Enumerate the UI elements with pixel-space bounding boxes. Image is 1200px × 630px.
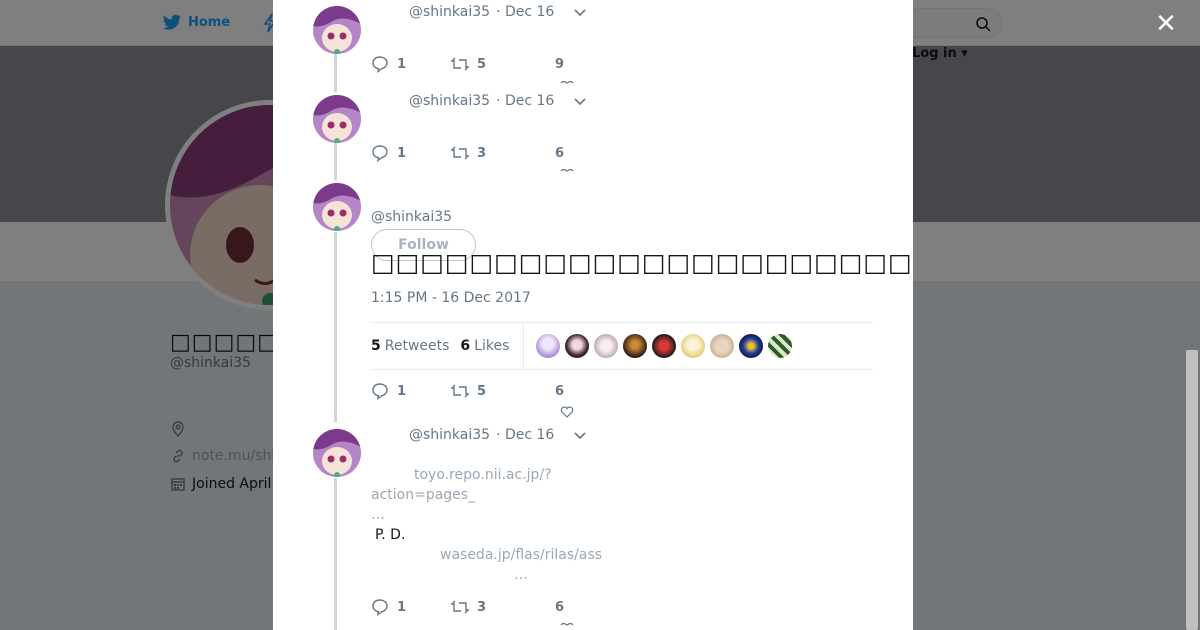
heart-icon[interactable] xyxy=(560,168,574,176)
reply-icon xyxy=(372,383,388,400)
liker-avatar[interactable] xyxy=(739,334,764,358)
avatar[interactable] xyxy=(313,6,361,54)
retweet-button[interactable]: 3 xyxy=(451,598,555,616)
heart-icon[interactable] xyxy=(560,622,574,630)
retweet-button[interactable]: 3 xyxy=(451,144,555,162)
liker-avatar[interactable] xyxy=(594,334,619,358)
tweet-link[interactable]: waseda.jp/flas/rilas/ass xyxy=(440,547,602,563)
tweet-link-ellipsis: … xyxy=(514,567,528,583)
retweet-stat[interactable]: 5 Retweets xyxy=(371,338,449,354)
liker-avatar[interactable] xyxy=(536,334,561,358)
tweet-date[interactable]: · Dec 16 xyxy=(496,93,554,109)
chevron-down-icon[interactable] xyxy=(572,93,588,109)
reply-button[interactable]: 1 xyxy=(371,55,451,73)
tweet-date[interactable]: · Dec 16 xyxy=(496,427,554,443)
tweet-thread-modal: @shinkai35 · Dec 16 1 5 9 @shinkai35 · D… xyxy=(273,0,913,630)
page-scrollbar[interactable] xyxy=(1186,350,1198,630)
tweet-handle[interactable]: @shinkai35 xyxy=(409,93,490,109)
reply-button[interactable]: 1 xyxy=(371,382,451,400)
tweet-actions: 1 5 6 xyxy=(371,382,564,400)
liker-avatar[interactable] xyxy=(623,334,648,358)
retweet-icon xyxy=(451,57,469,71)
tweet-stats: 5 Retweets 6 Likes xyxy=(370,322,873,370)
tweet-link-ellipsis: … xyxy=(371,507,385,523)
chevron-down-icon[interactable] xyxy=(572,427,588,443)
thread-connector xyxy=(334,52,337,92)
reply-icon xyxy=(372,145,388,162)
retweet-icon xyxy=(451,600,469,614)
like-button[interactable]: 6 xyxy=(555,146,564,161)
like-button[interactable]: 9 xyxy=(555,57,564,72)
heart-icon[interactable] xyxy=(560,80,574,88)
reply-button[interactable]: 1 xyxy=(371,598,451,616)
like-stat[interactable]: 6 Likes xyxy=(460,338,509,354)
thread-connector xyxy=(334,232,337,422)
like-button[interactable]: 6 xyxy=(555,384,564,399)
tweet-header: @shinkai35 · Dec 16 xyxy=(409,93,588,109)
tweet-link[interactable]: action=pages_ xyxy=(371,487,475,503)
liker-avatar[interactable] xyxy=(768,334,793,358)
reply-button[interactable]: 1 xyxy=(371,144,451,162)
tweet-actions: 1 5 9 xyxy=(371,55,564,73)
reply-icon xyxy=(372,56,388,73)
tweet-header: @shinkai35 · Dec 16 xyxy=(409,427,588,443)
tweet-handle[interactable]: @shinkai35 xyxy=(409,4,490,20)
reply-icon xyxy=(372,599,388,616)
main-tweet-handle[interactable]: @shinkai35 xyxy=(371,209,452,225)
liker-avatar[interactable] xyxy=(565,334,590,358)
thread-connector xyxy=(334,478,337,630)
liker-avatar[interactable] xyxy=(652,334,677,358)
retweet-button[interactable]: 5 xyxy=(451,382,555,400)
tweet-handle[interactable]: @shinkai35 xyxy=(409,427,490,443)
tweet-text: P. D. xyxy=(375,527,406,543)
retweet-icon xyxy=(451,384,469,398)
avatar[interactable] xyxy=(313,429,361,477)
close-icon[interactable]: ✕ xyxy=(1154,11,1178,37)
retweet-button[interactable]: 5 xyxy=(451,55,555,73)
avatar[interactable] xyxy=(313,183,361,231)
tweet-actions: 1 3 6 xyxy=(371,144,564,162)
like-button[interactable]: 6 xyxy=(555,600,564,615)
heart-icon[interactable] xyxy=(560,406,574,418)
avatar[interactable] xyxy=(313,95,361,143)
liker-avatars xyxy=(536,334,793,358)
tweet-link[interactable]: toyo.repo.nii.ac.jp/? xyxy=(414,467,552,483)
tweet-date[interactable]: · Dec 16 xyxy=(496,4,554,20)
tweet-actions: 1 3 6 xyxy=(371,598,564,616)
main-tweet-text: □□□□□□□□□□□□□□□□□□□□□□□□□□□□□□□□□□□□□□□□… xyxy=(371,248,913,277)
liker-avatar[interactable] xyxy=(710,334,735,358)
main-tweet-timestamp[interactable]: 1:15 PM - 16 Dec 2017 xyxy=(371,290,531,306)
tweet-header: @shinkai35 · Dec 16 xyxy=(409,4,588,20)
chevron-down-icon[interactable] xyxy=(572,4,588,20)
thread-connector xyxy=(334,142,337,180)
liker-avatar[interactable] xyxy=(681,334,706,358)
stats-divider xyxy=(523,322,525,370)
retweet-icon xyxy=(451,146,469,160)
